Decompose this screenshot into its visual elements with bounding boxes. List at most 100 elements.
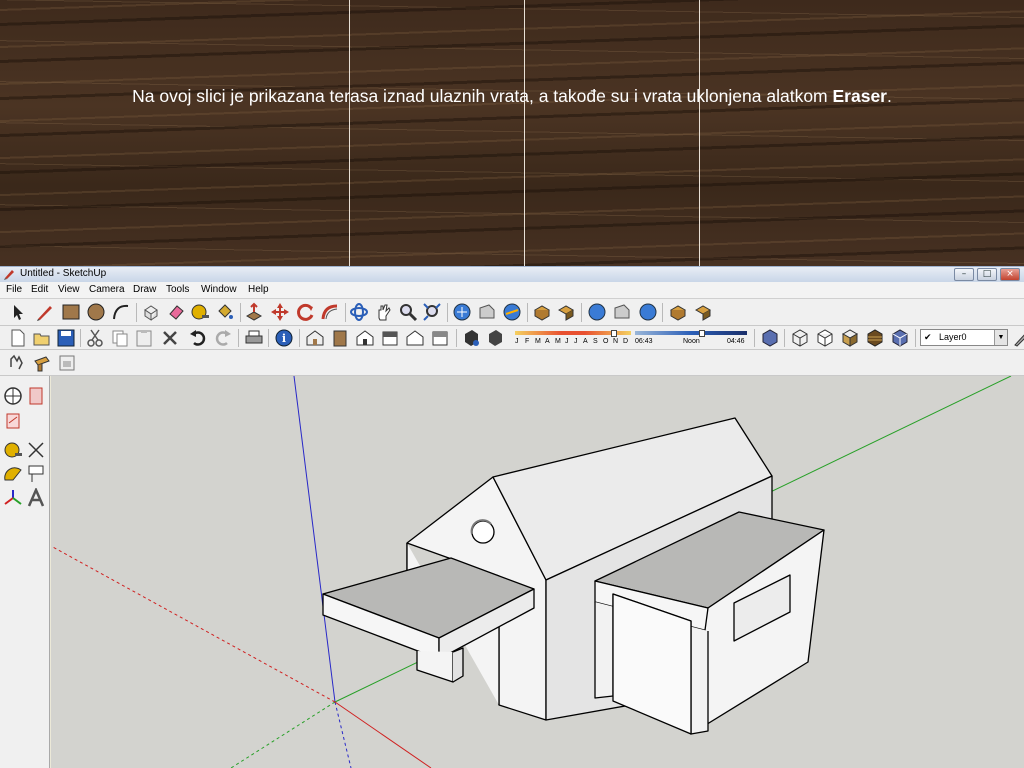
month-label: A [545,338,550,345]
move-icon[interactable] [270,302,290,322]
menu-draw[interactable]: Draw [133,284,156,295]
month-label: S [593,338,598,345]
copy-icon[interactable] [110,328,130,348]
left-view-icon[interactable] [430,328,450,348]
hidden-line-icon[interactable] [815,328,835,348]
section-toolbar [0,350,1024,376]
shadow-time-slider[interactable]: 06:43 Noon 04:46 [635,330,747,346]
title-bar[interactable]: Untitled - SketchUp – □ × [0,266,1024,282]
get-photo-texture-icon[interactable] [638,302,658,322]
select-icon[interactable] [8,302,28,322]
menu-tools[interactable]: Tools [166,284,189,295]
plank-divider [699,0,700,266]
zoom-extents-icon[interactable] [422,302,442,322]
new-icon[interactable] [8,328,28,348]
section-plane-icon[interactable] [26,386,46,406]
display-shadows-icon[interactable] [486,328,506,348]
rotate-icon[interactable] [296,302,316,322]
drawing-viewport[interactable] [51,376,1024,768]
zoom-icon[interactable] [398,302,418,322]
pencil-icon[interactable] [35,302,55,322]
cut-icon[interactable] [85,328,105,348]
layer-dropdown[interactable]: ✔ Layer0 ▼ [920,329,1008,346]
caption-text: Na ovoj slici je prikazana terasa iznad … [132,86,833,106]
wireframe-icon[interactable] [790,328,810,348]
tape-measure-icon[interactable] [3,440,23,460]
shadow-dialog-icon[interactable] [462,328,482,348]
menu-view[interactable]: View [58,284,80,295]
layer-manager-icon[interactable] [1012,328,1024,348]
paste-icon[interactable] [134,328,154,348]
menu-camera[interactable]: Camera [89,284,125,295]
model-info-icon[interactable]: i [274,328,294,348]
orbit-icon[interactable] [349,302,369,322]
share-model-icon[interactable] [612,302,632,322]
left-tool-panel [0,376,50,768]
sketchup-window: Untitled - SketchUp – □ × File Edit View… [0,266,1024,768]
menu-edit[interactable]: Edit [31,284,48,295]
green-axis-dashed [230,701,336,768]
eraser-icon[interactable] [166,302,186,322]
time-noon-label: Noon [683,338,700,345]
redo-icon[interactable] [213,328,233,348]
right-view-icon[interactable] [380,328,400,348]
get-models-icon[interactable] [452,302,472,322]
delete-icon[interactable] [160,328,180,348]
text-tool-icon[interactable] [26,464,46,484]
dimension-icon[interactable] [26,440,46,460]
shaded-textures-icon[interactable] [865,328,885,348]
look-around-icon[interactable] [57,353,77,373]
minimize-button[interactable]: – [954,268,974,281]
print-icon[interactable] [244,328,264,348]
circle-icon[interactable] [86,302,106,322]
slide-caption: Na ovoj slici je prikazana terasa iznad … [0,86,1024,107]
toggle-terrain-icon[interactable] [693,302,713,322]
add-location-icon[interactable] [668,302,688,322]
plank-divider [524,0,525,266]
red-axis [334,701,432,768]
tape-measure-icon[interactable] [190,302,210,322]
menu-help[interactable]: Help [248,284,269,295]
close-button[interactable]: × [1000,268,1020,281]
front-view-icon[interactable] [355,328,375,348]
axes-icon[interactable] [3,488,23,508]
walk-icon[interactable] [7,353,27,373]
position-camera-icon[interactable] [32,353,52,373]
maximize-button[interactable]: □ [977,268,997,281]
get-photo-texture-icon[interactable] [502,302,522,322]
undo-icon[interactable] [188,328,208,348]
save-icon[interactable] [56,328,76,348]
month-label: A [583,338,588,345]
menu-window[interactable]: Window [201,284,237,295]
model-canvas[interactable] [51,376,1024,768]
rectangle-icon[interactable] [61,302,81,322]
arc-icon[interactable] [111,302,131,322]
house-model[interactable] [322,417,825,735]
follow-me-icon[interactable] [320,302,340,322]
protractor-icon[interactable] [3,464,23,484]
caption-end: . [887,86,892,106]
get-models-icon[interactable] [587,302,607,322]
pan-icon[interactable] [374,302,394,322]
shaded-icon[interactable] [840,328,860,348]
blue-axis [293,376,336,703]
add-location-icon[interactable] [532,302,552,322]
orbit-icon[interactable] [3,386,23,406]
chevron-down-icon[interactable]: ▼ [994,330,1007,345]
top-view-icon[interactable] [330,328,350,348]
make-component-icon[interactable] [141,302,161,322]
iso-view-icon[interactable] [305,328,325,348]
shadow-date-slider[interactable]: J F M A M J J A S O N D [515,330,631,346]
section-cut-icon[interactable] [3,411,23,431]
open-icon[interactable] [32,328,52,348]
menu-file[interactable]: File [6,284,22,295]
monochrome-icon[interactable] [890,328,910,348]
xray-icon[interactable] [760,328,780,348]
3d-text-icon[interactable] [26,488,46,508]
share-model-icon[interactable] [477,302,497,322]
month-label: F [525,338,530,345]
back-view-icon[interactable] [405,328,425,348]
paint-bucket-icon[interactable] [215,302,235,322]
push-pull-icon[interactable] [244,302,264,322]
toggle-terrain-icon[interactable] [556,302,576,322]
